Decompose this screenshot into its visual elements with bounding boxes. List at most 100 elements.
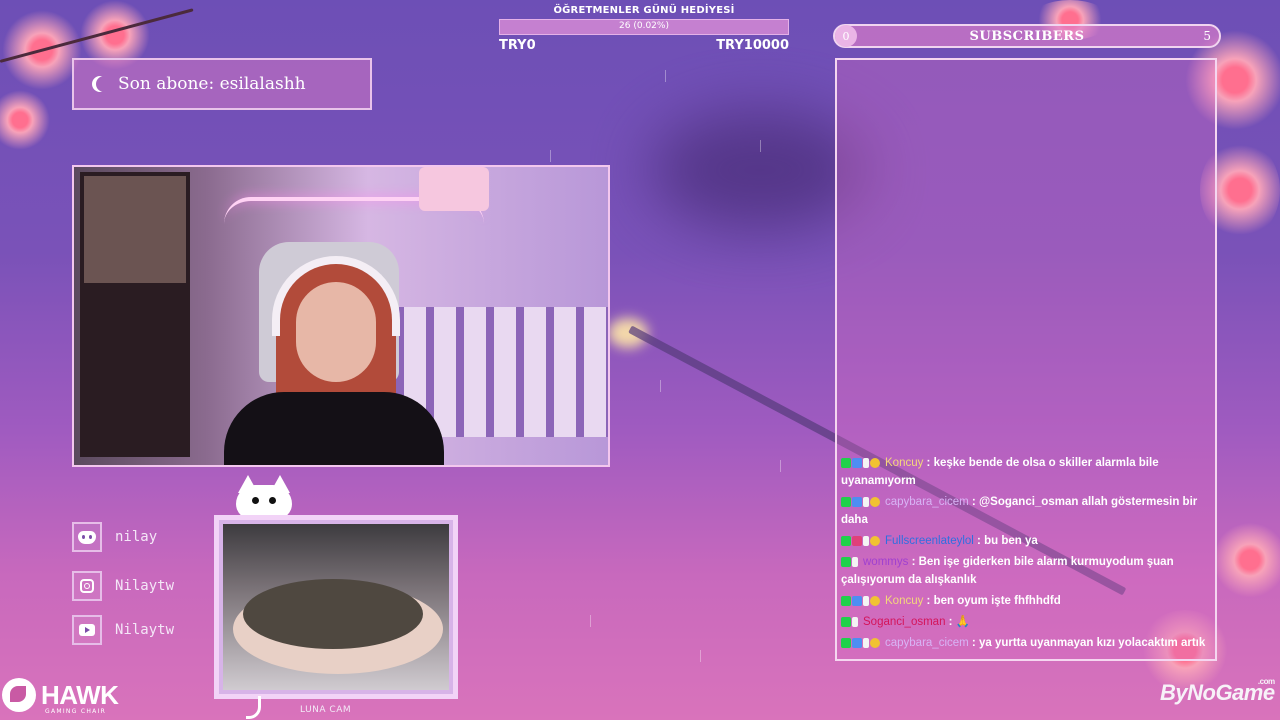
- chat-separator: :: [923, 594, 934, 607]
- rain-decoration: [660, 380, 661, 392]
- rain-decoration: [550, 150, 551, 162]
- flower-decoration: [0, 90, 50, 150]
- subscriber-goal-value: 5: [1203, 29, 1211, 43]
- badge-icon: [852, 535, 862, 546]
- badge-icon: [841, 595, 851, 606]
- badge-icon: [852, 457, 862, 468]
- social-instagram[interactable]: Nilaytw: [72, 571, 174, 601]
- chat-username[interactable]: wommys: [863, 556, 908, 568]
- chat-message: wommys : Ben işe giderken bile alarm kur…: [841, 553, 1209, 589]
- donation-max: TRY10000: [716, 38, 789, 53]
- youtube-icon: [72, 615, 102, 645]
- main-webcam: [72, 165, 610, 467]
- moon-icon: [96, 76, 112, 92]
- hawk-logo-text: HAWK: [41, 680, 119, 710]
- cat-mascot-icon: [232, 475, 296, 519]
- badge-icon: [870, 637, 880, 648]
- chat-badges: [841, 454, 881, 472]
- badge-icon: [841, 556, 851, 567]
- badge-icon: [863, 595, 869, 606]
- shelf-decoration: [80, 172, 190, 287]
- rain-decoration: [700, 650, 701, 662]
- donation-min: TRY0: [499, 38, 536, 53]
- badge-icon: [852, 496, 862, 507]
- chat-separator: :: [923, 456, 934, 469]
- lamp-decoration: [419, 167, 489, 211]
- chat-panel: Koncuy : keşke bende de olsa o skiller a…: [835, 58, 1217, 661]
- rain-decoration: [760, 140, 761, 152]
- chat-separator: :: [968, 637, 979, 649]
- chat-badges: [841, 634, 881, 652]
- chat-message: Soganci_osman : 🙏: [841, 613, 1209, 631]
- chat-message: Fullscreenlateylol : bu ben ya: [841, 532, 1209, 550]
- chat-message: capybara_cicem : @Soganci_osman allah gö…: [841, 493, 1209, 529]
- donation-progress-bar: 26 (0.02%): [499, 19, 789, 35]
- badge-icon: [863, 457, 869, 468]
- chat-separator: :: [968, 495, 979, 508]
- badge-icon: [863, 535, 869, 546]
- chat-separator: :: [945, 615, 956, 628]
- cat-tail-decoration: [246, 696, 261, 719]
- hawk-logo-subtext: GAMING CHAIR: [45, 708, 107, 715]
- chat-badges: [841, 493, 881, 511]
- badge-icon: [870, 457, 880, 468]
- chat-badges: [841, 532, 881, 550]
- chat-badges: [841, 613, 859, 631]
- badge-icon: [852, 595, 862, 606]
- streamer: [224, 256, 464, 465]
- chat-text: ben oyum işte fhfhhdfd: [933, 594, 1061, 607]
- latest-subscriber-box: Son abone: esilalashh: [72, 58, 372, 110]
- badge-icon: [852, 616, 858, 627]
- donation-title: ÖĞRETMENLER GÜNÜ HEDİYESİ: [553, 5, 735, 16]
- chat-username[interactable]: Koncuy: [885, 595, 923, 607]
- badge-icon: [841, 457, 851, 468]
- badge-icon: [870, 535, 880, 546]
- rain-decoration: [665, 70, 666, 82]
- bynogame-logo: ByNoGame .com: [1160, 677, 1275, 706]
- luna-cam-caption: LUNA CAM: [300, 705, 352, 715]
- social-youtube[interactable]: Nilaytw: [72, 615, 174, 645]
- chat-messages: Koncuy : keşke bende de olsa o skiller a…: [841, 454, 1209, 655]
- donation-goal: ÖĞRETMENLER GÜNÜ HEDİYESİ 26 (0.02%) TRY…: [499, 5, 789, 53]
- chat-username[interactable]: Fullscreenlateylol: [885, 535, 974, 547]
- social-label: nilay: [115, 529, 158, 545]
- hawk-logo: HAWK GAMING CHAIR: [2, 678, 119, 715]
- subscriber-label: SUBSCRIBERS: [969, 28, 1085, 44]
- badge-icon: [863, 496, 869, 507]
- chat-username[interactable]: capybara_cicem: [885, 496, 969, 508]
- chat-username[interactable]: Soganci_osman: [863, 616, 945, 628]
- dresser-decoration: [80, 287, 190, 457]
- chat-text: 🙏: [955, 615, 971, 628]
- chat-username[interactable]: capybara_cicem: [885, 637, 969, 649]
- badge-icon: [841, 616, 851, 627]
- donation-progress-text: 26 (0.02%): [619, 21, 669, 31]
- badge-icon: [852, 556, 858, 567]
- chat-badges: [841, 592, 881, 610]
- chat-text: bu ben ya: [984, 534, 1038, 547]
- latest-subscriber-text: Son abone: esilalashh: [118, 74, 306, 94]
- chat-message: Koncuy : keşke bende de olsa o skiller a…: [841, 454, 1209, 490]
- rain-decoration: [780, 460, 781, 472]
- chat-separator: :: [973, 534, 985, 547]
- social-label: Nilaytw: [115, 578, 175, 594]
- social-discord[interactable]: nilay: [72, 522, 157, 552]
- chat-separator: :: [908, 555, 919, 568]
- rain-decoration: [590, 615, 591, 627]
- chat-message: capybara_cicem : ya yurtta uyanmayan kız…: [841, 634, 1209, 652]
- subscriber-goal: 0 SUBSCRIBERS 5: [833, 24, 1221, 48]
- luna-cam: [214, 515, 458, 699]
- instagram-icon: [72, 571, 102, 601]
- social-label: Nilaytw: [115, 622, 175, 638]
- badge-icon: [870, 496, 880, 507]
- badge-icon: [863, 637, 869, 648]
- badge-icon: [841, 496, 851, 507]
- bynogame-logo-suffix: .com: [1257, 677, 1275, 686]
- discord-icon: [72, 522, 102, 552]
- badge-icon: [852, 637, 862, 648]
- badge-icon: [870, 595, 880, 606]
- flower-decoration: [1215, 520, 1280, 600]
- subscriber-count: 0: [835, 25, 857, 47]
- badge-icon: [841, 637, 851, 648]
- chat-text: ya yurtta uyanmayan kızı yolacaktım artı…: [978, 637, 1206, 649]
- chat-username[interactable]: Koncuy: [885, 457, 923, 469]
